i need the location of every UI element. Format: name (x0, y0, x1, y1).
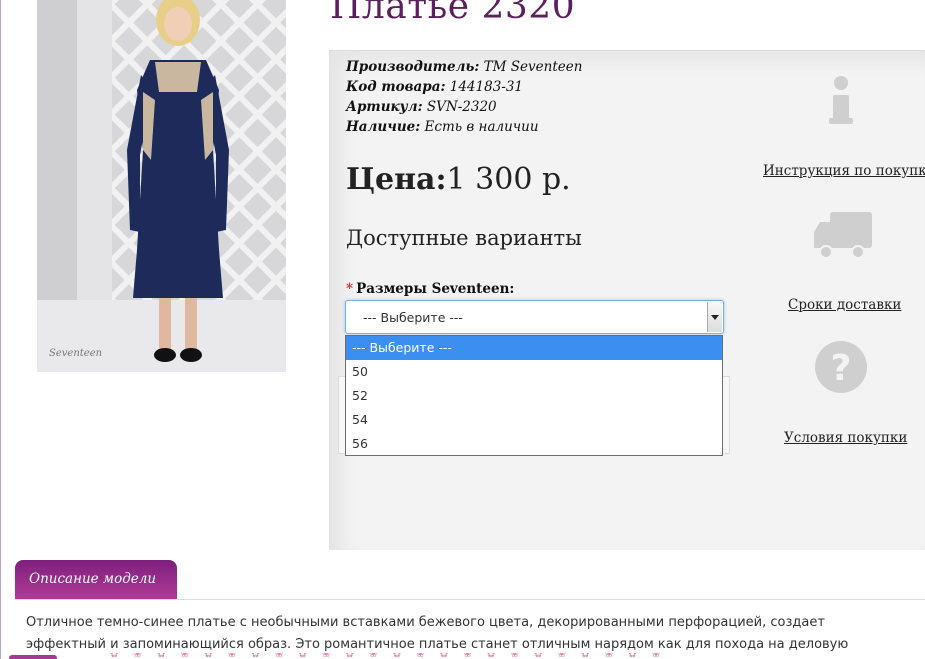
meta-availability: Наличие: Есть в наличии (346, 119, 539, 135)
product-price: Цена:1 300 р. (346, 162, 571, 197)
chevron-down-icon[interactable] (707, 302, 722, 332)
size-option[interactable]: 52 (346, 384, 722, 408)
variants-heading: Доступные варианты (346, 226, 582, 250)
size-option[interactable]: 54 (346, 408, 722, 432)
size-select-value: --- Выберите --- (363, 310, 463, 325)
truck-icon (812, 210, 874, 260)
size-dropdown-list: --- Выберите --- 50 52 54 56 (345, 335, 723, 456)
info-icon (826, 74, 856, 126)
size-option[interactable]: 50 (346, 360, 722, 384)
size-option[interactable]: --- Выберите --- (346, 336, 722, 360)
purchase-instructions-link[interactable]: Инструкция по покупке (763, 163, 925, 179)
meta-article: Артикул: SVN-2320 (346, 99, 497, 115)
product-title: Платье 2320 (330, 0, 576, 27)
meta-product-code: Код товара: 144183-31 (346, 79, 524, 95)
size-label: * Размеры Seventeen: (346, 281, 515, 297)
product-photo[interactable]: Seventeen (37, 0, 286, 372)
tab-description[interactable]: Описание модели (15, 560, 177, 600)
required-mark: * (346, 281, 354, 297)
svg-text:?: ? (831, 348, 852, 389)
product-description: Отличное темно-синее платье с необычными… (26, 615, 849, 652)
meta-manufacturer: Производитель: ТМ Seventeen (346, 59, 583, 75)
footer-tab-stub (9, 655, 57, 659)
photo-watermark: Seventeen (49, 348, 103, 359)
flower-ornament-icon: ✿ ❀ ✿ ❀ ✿ ❀ ✿ ❀ ✿ ❀ ✿ ❀ ✿ ❀ ✿ ❀ ✿ ❀ ✿ ❀ … (110, 653, 667, 659)
tab-divider (15, 599, 925, 600)
size-option[interactable]: 56 (346, 432, 722, 456)
question-icon: ? (814, 340, 868, 394)
product-meta: Производитель: ТМ Seventeen Код товара: … (346, 57, 582, 137)
delivery-terms-link[interactable]: Сроки доставки (788, 297, 901, 313)
left-border (0, 0, 1, 659)
size-select[interactable]: --- Выберите --- (345, 300, 724, 334)
footer-decoration: ✿ ❀ ✿ ❀ ✿ ❀ ✿ ❀ ✿ ❀ ✿ ❀ ✿ ❀ ✿ ❀ ✿ ❀ ✿ ❀ … (0, 653, 925, 659)
purchase-terms-link[interactable]: Условия покупки (784, 430, 907, 446)
